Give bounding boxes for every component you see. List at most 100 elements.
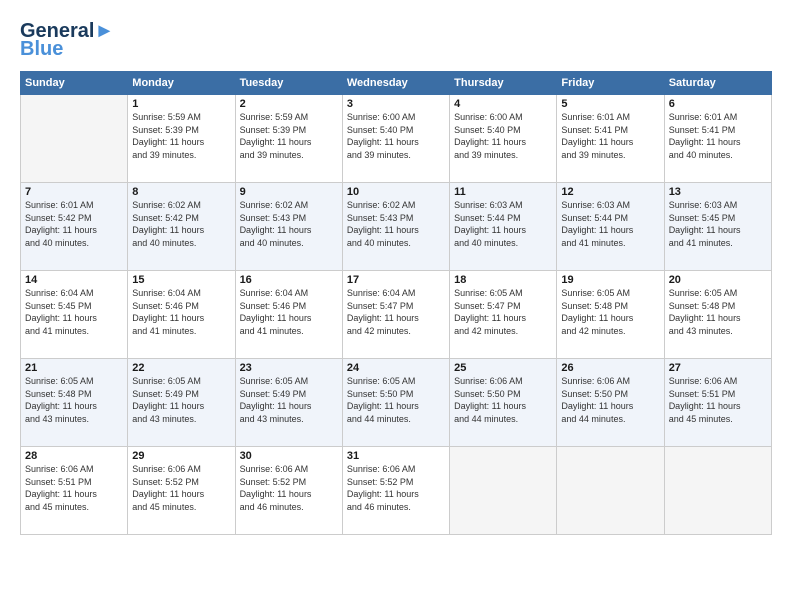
day-info: Sunrise: 6:01 AMSunset: 5:41 PMDaylight:… [561,111,659,161]
calendar-cell: 30Sunrise: 6:06 AMSunset: 5:52 PMDayligh… [235,447,342,535]
day-number: 9 [240,186,338,198]
calendar-cell: 4Sunrise: 6:00 AMSunset: 5:40 PMDaylight… [450,95,557,183]
calendar-cell: 20Sunrise: 6:05 AMSunset: 5:48 PMDayligh… [664,271,771,359]
calendar-cell: 27Sunrise: 6:06 AMSunset: 5:51 PMDayligh… [664,359,771,447]
day-info: Sunrise: 6:06 AMSunset: 5:52 PMDaylight:… [240,463,338,513]
day-number: 22 [132,362,230,374]
weekday-monday: Monday [128,72,235,95]
day-number: 31 [347,450,445,462]
calendar-cell: 3Sunrise: 6:00 AMSunset: 5:40 PMDaylight… [342,95,449,183]
calendar-week-2: 7Sunrise: 6:01 AMSunset: 5:42 PMDaylight… [21,183,772,271]
weekday-wednesday: Wednesday [342,72,449,95]
day-number: 2 [240,98,338,110]
calendar-cell: 31Sunrise: 6:06 AMSunset: 5:52 PMDayligh… [342,447,449,535]
day-info: Sunrise: 6:05 AMSunset: 5:50 PMDaylight:… [347,375,445,425]
calendar-cell: 26Sunrise: 6:06 AMSunset: 5:50 PMDayligh… [557,359,664,447]
day-info: Sunrise: 6:06 AMSunset: 5:52 PMDaylight:… [347,463,445,513]
calendar-cell: 28Sunrise: 6:06 AMSunset: 5:51 PMDayligh… [21,447,128,535]
calendar-cell: 14Sunrise: 6:04 AMSunset: 5:45 PMDayligh… [21,271,128,359]
day-info: Sunrise: 6:06 AMSunset: 5:50 PMDaylight:… [561,375,659,425]
day-number: 27 [669,362,767,374]
calendar-week-4: 21Sunrise: 6:05 AMSunset: 5:48 PMDayligh… [21,359,772,447]
day-number: 15 [132,274,230,286]
logo-blue: Blue [20,38,63,61]
day-number: 29 [132,450,230,462]
calendar-cell: 8Sunrise: 6:02 AMSunset: 5:42 PMDaylight… [128,183,235,271]
day-info: Sunrise: 6:06 AMSunset: 5:52 PMDaylight:… [132,463,230,513]
calendar-cell: 24Sunrise: 6:05 AMSunset: 5:50 PMDayligh… [342,359,449,447]
calendar-cell [450,447,557,535]
day-number: 8 [132,186,230,198]
calendar-cell: 11Sunrise: 6:03 AMSunset: 5:44 PMDayligh… [450,183,557,271]
day-number: 4 [454,98,552,110]
day-number: 14 [25,274,123,286]
calendar-cell: 18Sunrise: 6:05 AMSunset: 5:47 PMDayligh… [450,271,557,359]
logo: General► Blue [20,20,114,61]
calendar-cell [664,447,771,535]
day-number: 6 [669,98,767,110]
calendar-cell: 17Sunrise: 6:04 AMSunset: 5:47 PMDayligh… [342,271,449,359]
day-number: 7 [25,186,123,198]
day-info: Sunrise: 6:06 AMSunset: 5:51 PMDaylight:… [669,375,767,425]
day-number: 19 [561,274,659,286]
calendar-table: SundayMondayTuesdayWednesdayThursdayFrid… [20,71,772,535]
day-number: 21 [25,362,123,374]
day-number: 26 [561,362,659,374]
day-info: Sunrise: 6:01 AMSunset: 5:42 PMDaylight:… [25,199,123,249]
day-number: 5 [561,98,659,110]
calendar-week-3: 14Sunrise: 6:04 AMSunset: 5:45 PMDayligh… [21,271,772,359]
day-info: Sunrise: 6:01 AMSunset: 5:41 PMDaylight:… [669,111,767,161]
day-info: Sunrise: 6:04 AMSunset: 5:46 PMDaylight:… [132,287,230,337]
day-number: 17 [347,274,445,286]
day-info: Sunrise: 6:00 AMSunset: 5:40 PMDaylight:… [454,111,552,161]
calendar-cell: 29Sunrise: 6:06 AMSunset: 5:52 PMDayligh… [128,447,235,535]
day-number: 13 [669,186,767,198]
weekday-tuesday: Tuesday [235,72,342,95]
day-info: Sunrise: 6:06 AMSunset: 5:50 PMDaylight:… [454,375,552,425]
day-info: Sunrise: 6:02 AMSunset: 5:42 PMDaylight:… [132,199,230,249]
day-info: Sunrise: 6:02 AMSunset: 5:43 PMDaylight:… [240,199,338,249]
calendar-cell: 9Sunrise: 6:02 AMSunset: 5:43 PMDaylight… [235,183,342,271]
day-number: 10 [347,186,445,198]
day-info: Sunrise: 5:59 AMSunset: 5:39 PMDaylight:… [240,111,338,161]
calendar-cell: 13Sunrise: 6:03 AMSunset: 5:45 PMDayligh… [664,183,771,271]
weekday-sunday: Sunday [21,72,128,95]
calendar-cell: 1Sunrise: 5:59 AMSunset: 5:39 PMDaylight… [128,95,235,183]
calendar-cell: 6Sunrise: 6:01 AMSunset: 5:41 PMDaylight… [664,95,771,183]
calendar-cell: 7Sunrise: 6:01 AMSunset: 5:42 PMDaylight… [21,183,128,271]
day-info: Sunrise: 6:05 AMSunset: 5:47 PMDaylight:… [454,287,552,337]
day-info: Sunrise: 5:59 AMSunset: 5:39 PMDaylight:… [132,111,230,161]
day-info: Sunrise: 6:04 AMSunset: 5:45 PMDaylight:… [25,287,123,337]
day-number: 18 [454,274,552,286]
day-number: 30 [240,450,338,462]
day-info: Sunrise: 6:05 AMSunset: 5:49 PMDaylight:… [132,375,230,425]
day-info: Sunrise: 6:02 AMSunset: 5:43 PMDaylight:… [347,199,445,249]
calendar-cell: 16Sunrise: 6:04 AMSunset: 5:46 PMDayligh… [235,271,342,359]
day-info: Sunrise: 6:03 AMSunset: 5:45 PMDaylight:… [669,199,767,249]
day-info: Sunrise: 6:05 AMSunset: 5:48 PMDaylight:… [669,287,767,337]
day-info: Sunrise: 6:03 AMSunset: 5:44 PMDaylight:… [454,199,552,249]
day-number: 20 [669,274,767,286]
calendar-week-5: 28Sunrise: 6:06 AMSunset: 5:51 PMDayligh… [21,447,772,535]
calendar-cell: 15Sunrise: 6:04 AMSunset: 5:46 PMDayligh… [128,271,235,359]
calendar-cell: 23Sunrise: 6:05 AMSunset: 5:49 PMDayligh… [235,359,342,447]
day-number: 23 [240,362,338,374]
day-info: Sunrise: 6:06 AMSunset: 5:51 PMDaylight:… [25,463,123,513]
day-number: 28 [25,450,123,462]
day-info: Sunrise: 6:04 AMSunset: 5:47 PMDaylight:… [347,287,445,337]
day-info: Sunrise: 6:05 AMSunset: 5:48 PMDaylight:… [25,375,123,425]
calendar-cell: 10Sunrise: 6:02 AMSunset: 5:43 PMDayligh… [342,183,449,271]
day-info: Sunrise: 6:00 AMSunset: 5:40 PMDaylight:… [347,111,445,161]
weekday-saturday: Saturday [664,72,771,95]
calendar-cell [21,95,128,183]
day-number: 24 [347,362,445,374]
day-number: 3 [347,98,445,110]
weekday-friday: Friday [557,72,664,95]
calendar-cell: 12Sunrise: 6:03 AMSunset: 5:44 PMDayligh… [557,183,664,271]
weekday-thursday: Thursday [450,72,557,95]
day-info: Sunrise: 6:03 AMSunset: 5:44 PMDaylight:… [561,199,659,249]
weekday-header-row: SundayMondayTuesdayWednesdayThursdayFrid… [21,72,772,95]
day-number: 12 [561,186,659,198]
calendar-cell: 25Sunrise: 6:06 AMSunset: 5:50 PMDayligh… [450,359,557,447]
day-info: Sunrise: 6:04 AMSunset: 5:46 PMDaylight:… [240,287,338,337]
